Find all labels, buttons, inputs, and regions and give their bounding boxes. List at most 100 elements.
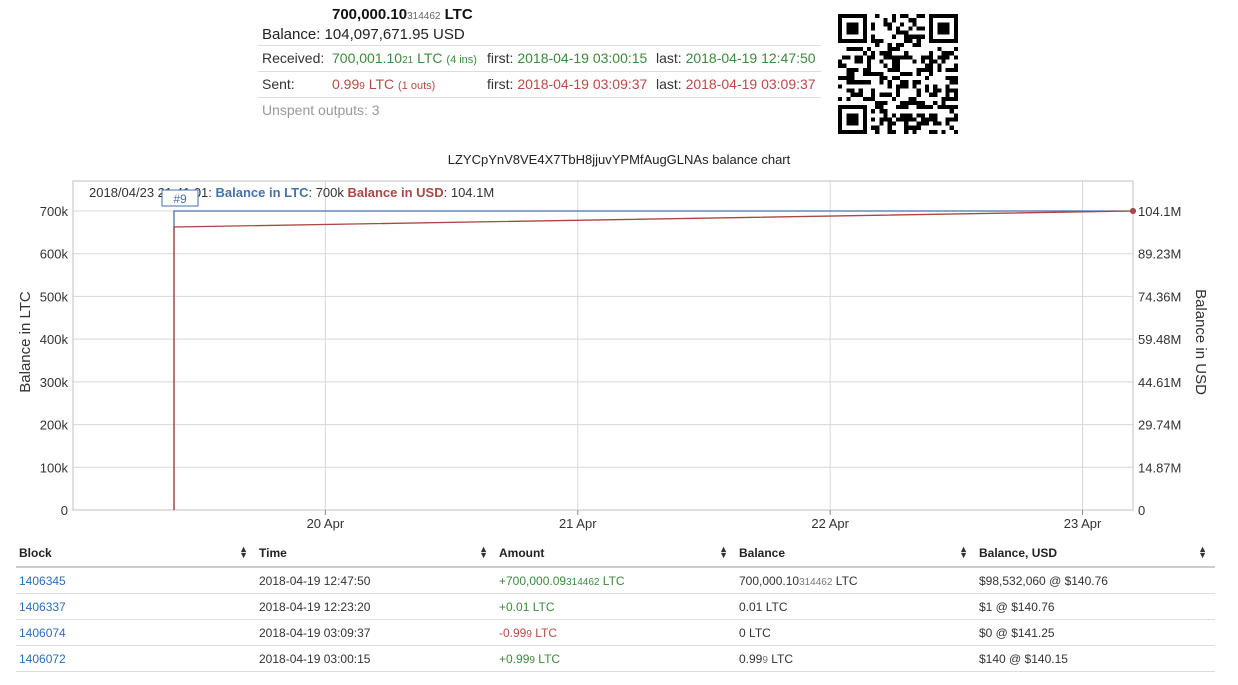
cell-balance-usd: $140 @ $140.15	[976, 645, 1215, 672]
balance-main: 0.01	[739, 599, 763, 614]
sent-first-label: first:	[487, 76, 514, 92]
cell-balance: 0.999 LTC	[736, 645, 976, 672]
header-label: Balance, USD	[979, 546, 1058, 560]
cell-time: 2018-04-19 03:09:37	[256, 619, 496, 646]
amount-main: +0.01	[499, 599, 530, 614]
unspent-outputs: Unspent outputs: 3	[262, 102, 380, 118]
cell-time: 2018-04-19 12:23:20	[256, 593, 496, 620]
y-tick-label: 300k	[40, 375, 69, 390]
amount-unit: LTC	[538, 651, 561, 666]
sent-first-value: 2018-04-19 03:09:37	[517, 76, 648, 92]
balance-label: Balance:	[262, 26, 321, 43]
column-header-amount[interactable]: Amount ▲ ▼	[496, 540, 736, 568]
balance-ltc: 700,000.10314462 LTC	[332, 6, 473, 23]
amount-small: 9	[526, 628, 532, 640]
cell-amount: +0.01 LTC	[496, 593, 736, 620]
balance-unit: LTC	[765, 599, 788, 614]
y2-tick-label: 29.74M	[1138, 418, 1181, 433]
balance-usd: 104,097,671.95 USD	[324, 26, 465, 43]
amount-unit: LTC	[532, 599, 555, 614]
column-header-balance[interactable]: Balance ▲ ▼	[736, 540, 976, 568]
chart-tooltip: 2018/04/23 21:41:01: Balance in LTC: 700…	[89, 185, 494, 200]
y-tick-label: 500k	[40, 289, 69, 304]
balance-usd-line: Balance: 104,097,671.95 USD	[262, 26, 465, 43]
sent-row: Sent: 0.999 LTC (1 outs) first: 2018-04-…	[258, 72, 821, 98]
series-line-ltc	[173, 210, 1133, 510]
y-tick-label: 700k	[40, 204, 69, 219]
received-last: last: 2018-04-19 12:47:50	[656, 46, 816, 71]
amount-main: +700,000.09	[499, 573, 567, 588]
amount-main: +0.99	[499, 651, 530, 666]
sort-icon: ▲ ▼	[719, 544, 728, 560]
sent-last-value: 2018-04-19 03:09:37	[685, 76, 816, 92]
y2-tick-label: 14.87M	[1138, 460, 1181, 475]
address-summary: 700,000.10314462 LTC Balance: 104,097,67…	[258, 3, 821, 123]
cell-balance: 700,000.10314462 LTC	[736, 567, 976, 594]
y-axis-label-left: Balance in LTC	[17, 291, 34, 393]
y2-tick-label: 0	[1138, 503, 1145, 518]
block-link[interactable]: 1406345	[19, 574, 66, 588]
flag-label: #9	[173, 192, 187, 206]
table-row: 1406072 2018-04-19 03:00:15 +0.999 LTC 0.99…	[16, 645, 1215, 672]
sort-icon: ▲ ▼	[1198, 544, 1207, 560]
y-axis-label-right: Balance in USD	[1192, 289, 1209, 395]
balance-main: 700,000.10	[739, 573, 800, 588]
series-point	[1130, 208, 1136, 215]
received-amount-small: 21	[402, 55, 414, 66]
balance-small: 9	[762, 654, 768, 666]
block-link[interactable]: 1406074	[19, 626, 66, 640]
sort-icon: ▲ ▼	[959, 544, 968, 560]
sent-label: Sent:	[262, 76, 295, 92]
cell-amount: -0.999 LTC	[496, 619, 736, 646]
amount-unit: LTC	[535, 625, 558, 640]
received-first-value: 2018-04-19 03:00:15	[517, 50, 648, 66]
column-header-block[interactable]: Block ▲ ▼	[16, 540, 256, 568]
y-axis-right: 0 14.87M 29.74M 44.61M 59.48M 74.36M 89.23M 104…	[1138, 204, 1181, 518]
header-label: Amount	[499, 546, 545, 560]
chart-flag[interactable]: #9	[161, 189, 199, 207]
column-header-balance-usd[interactable]: Balance, USD ▲ ▼	[976, 540, 1215, 568]
y2-tick-label: 74.36M	[1138, 289, 1181, 304]
sent-amount-small: 9	[359, 81, 365, 92]
balance-ltc-main: 700,000.10	[332, 6, 408, 23]
y-tick-label: 200k	[40, 418, 69, 433]
received-last-label: last:	[656, 50, 682, 66]
amount-main: -0.99	[499, 625, 527, 640]
sent-amount-main: 0.99	[332, 76, 360, 92]
transactions-table: Block ▲ ▼ Time ▲ ▼ Amount ▲ ▼ Balance ▲ ▼ Balanc…	[16, 540, 1215, 672]
table-header-row: Block ▲ ▼ Time ▲ ▼ Amount ▲ ▼ Balance ▲ ▼ Balanc…	[16, 540, 1215, 568]
balance-unit: LTC	[835, 573, 858, 588]
x-tick-label: 21 Apr	[559, 516, 597, 531]
block-link[interactable]: 1406337	[19, 600, 66, 614]
x-tick-label: 20 Apr	[307, 516, 345, 531]
header-label: Block	[19, 546, 52, 560]
sent-amount: 0.999 LTC (1 outs)	[332, 72, 435, 99]
y2-tick-label: 44.61M	[1138, 375, 1181, 390]
received-first-label: first:	[487, 50, 514, 66]
y-axis-left: 0 100k 200k 300k 400k 500k 600k 700k	[40, 204, 69, 518]
balance-row: 700,000.10314462 LTC Balance: 104,097,67…	[258, 3, 821, 46]
tooltip-ltc-value: : 700k	[308, 185, 344, 200]
y2-tick-label: 104.1M	[1138, 204, 1181, 219]
table-row: 1406337 2018-04-19 12:23:20 +0.01 LTC 0.01 …	[16, 593, 1215, 620]
block-link[interactable]: 1406072	[19, 652, 66, 666]
received-label: Received:	[262, 50, 325, 66]
tooltip-ltc-label: Balance in LTC	[216, 185, 310, 200]
cell-block: 1406345	[16, 567, 256, 594]
received-amount-main: 700,001.10	[332, 50, 403, 66]
x-axis: 20 Apr 21 Apr 22 Apr 23 Apr	[307, 510, 1102, 531]
sent-count: (1 outs)	[398, 80, 436, 92]
sort-icon: ▲ ▼	[479, 544, 488, 560]
balance-chart: 0 100k 200k 300k 400k 500k 600k 700k 0 14.87M 29.…	[17, 180, 1209, 531]
y2-tick-label: 89.23M	[1138, 247, 1181, 262]
received-row: Received: 700,001.1021 LTC (4 ins) first…	[258, 46, 821, 72]
y-tick-label: 0	[61, 503, 68, 518]
header-label: Time	[259, 546, 287, 560]
sort-icon: ▲ ▼	[239, 544, 248, 560]
chart-grid	[73, 181, 1133, 511]
y-tick-label: 600k	[40, 247, 69, 262]
sent-unit: LTC	[368, 76, 395, 92]
cell-balance-usd: $98,532,060 @ $140.76	[976, 567, 1215, 594]
tooltip-usd-value: : 104.1M	[444, 185, 495, 200]
column-header-time[interactable]: Time ▲ ▼	[256, 540, 496, 568]
